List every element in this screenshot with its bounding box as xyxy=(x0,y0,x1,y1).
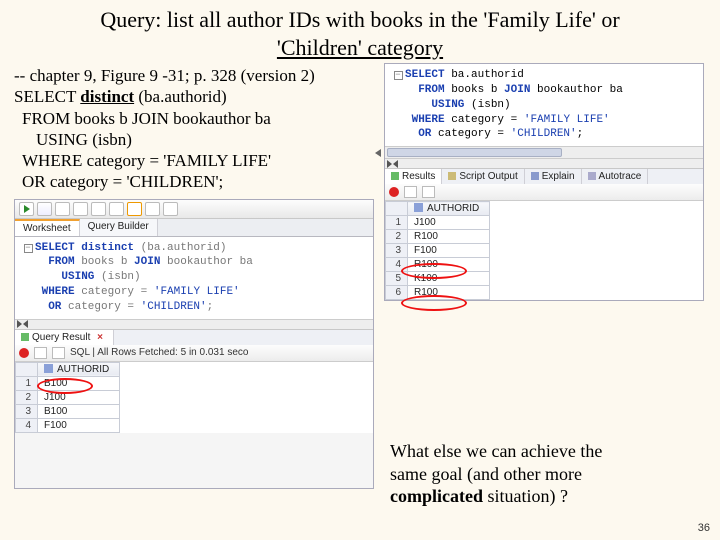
sql-line: OR category = 'CHILDREN'; xyxy=(14,171,374,192)
result-toolbar: SQL | All Rows Fetched: 5 in 0.031 seco xyxy=(15,345,373,362)
tab-autotrace[interactable]: Autotrace xyxy=(582,169,649,184)
tab-query-builder[interactable]: Query Builder xyxy=(80,219,158,236)
toolbar-button[interactable] xyxy=(73,202,88,216)
sql-developer-left-panel: Worksheet Query Builder −SELECT distinct… xyxy=(14,199,374,489)
toolbar-button[interactable] xyxy=(145,202,160,216)
sql-line: USING (isbn) xyxy=(14,129,374,150)
result-grid[interactable]: AUTHORID 1B100 2J100 3B100 4F100 xyxy=(15,362,373,433)
grid-icon xyxy=(21,333,29,341)
worksheet-toolbar xyxy=(15,200,373,219)
column-header[interactable]: AUTHORID xyxy=(38,362,120,376)
sql-line: -- chapter 9, Figure 9 -31; p. 328 (vers… xyxy=(14,65,374,86)
toolbar-button[interactable] xyxy=(91,202,106,216)
autotrace-icon xyxy=(588,172,596,180)
tab-worksheet[interactable]: Worksheet xyxy=(15,219,80,236)
pin-icon[interactable] xyxy=(19,348,29,358)
output-tabs: Results Script Output Explain Autotrace xyxy=(385,168,703,184)
table-row[interactable]: 3B100 xyxy=(16,404,120,418)
table-row[interactable]: 4R100 xyxy=(386,258,490,272)
table-row[interactable]: 2J100 xyxy=(16,390,120,404)
row-header xyxy=(16,362,38,376)
row-header xyxy=(386,202,408,216)
sql-line: WHERE category = 'FAMILY LIFE' xyxy=(14,150,374,171)
splitter-handle[interactable] xyxy=(385,158,703,168)
worksheet-tabs: Worksheet Query Builder xyxy=(15,219,373,237)
table-row[interactable]: 3F100 xyxy=(386,244,490,258)
toolbar-button[interactable] xyxy=(109,202,124,216)
explain-icon xyxy=(531,172,539,180)
pin-icon[interactable] xyxy=(389,187,399,197)
splitter-handle[interactable] xyxy=(15,319,373,329)
result-toolbar xyxy=(385,184,703,201)
tab-results[interactable]: Results xyxy=(385,169,442,184)
column-icon xyxy=(44,364,53,373)
table-row[interactable]: 1B100 xyxy=(16,376,120,390)
result-tabs: Query Result × xyxy=(15,329,373,345)
fold-icon[interactable]: − xyxy=(394,71,403,80)
title-line-1: Query: list all author IDs with books in… xyxy=(100,7,619,32)
sql-editor[interactable]: −SELECT ba.authorid FROM books b JOIN bo… xyxy=(385,64,703,146)
table-row[interactable]: 1J100 xyxy=(386,216,490,230)
result-grid[interactable]: AUTHORID 1J100 2R100 3F100 4R100 5K100 6… xyxy=(385,201,703,300)
fold-icon[interactable]: − xyxy=(24,244,33,253)
script-icon xyxy=(448,172,456,180)
close-icon[interactable]: × xyxy=(90,332,107,343)
table-row[interactable]: 6R100 xyxy=(386,286,490,300)
table-row[interactable]: 4F100 xyxy=(16,418,120,432)
sql-line: SELECT distinct (ba.authorid) xyxy=(14,86,374,107)
tab-explain[interactable]: Explain xyxy=(525,169,582,184)
table-row[interactable]: 5K100 xyxy=(386,272,490,286)
toolbar-button[interactable] xyxy=(127,202,142,216)
status-text: SQL | All Rows Fetched: 5 in 0.031 seco xyxy=(70,347,248,358)
run-script-button[interactable] xyxy=(37,202,52,216)
table-row[interactable]: 2R100 xyxy=(386,230,490,244)
toolbar-button[interactable] xyxy=(422,186,435,198)
sql-line: FROM books b JOIN bookauthor ba xyxy=(14,108,374,129)
toolbar-button[interactable] xyxy=(404,186,417,198)
tab-script-output[interactable]: Script Output xyxy=(442,169,524,184)
column-icon xyxy=(414,203,423,212)
toolbar-button[interactable] xyxy=(55,202,70,216)
toolbar-button[interactable] xyxy=(52,347,65,359)
column-header[interactable]: AUTHORID xyxy=(408,202,490,216)
horizontal-scrollbar[interactable] xyxy=(385,146,703,158)
tab-query-result[interactable]: Query Result × xyxy=(15,330,114,345)
sql-query-text: -- chapter 9, Figure 9 -31; p. 328 (vers… xyxy=(14,63,374,199)
question-text: What else we can achieve the same goal (… xyxy=(390,440,700,508)
slide-number: 36 xyxy=(698,522,710,534)
slide-title: Query: list all author IDs with books in… xyxy=(0,0,720,63)
scrollbar-thumb[interactable] xyxy=(387,148,562,157)
title-line-2: 'Children' category xyxy=(277,35,443,60)
toolbar-button[interactable] xyxy=(34,347,47,359)
sql-editor[interactable]: −SELECT distinct (ba.authorid) FROM book… xyxy=(15,237,373,319)
toolbar-button[interactable] xyxy=(163,202,178,216)
grid-icon xyxy=(391,172,399,180)
sql-developer-right-panel: −SELECT ba.authorid FROM books b JOIN bo… xyxy=(384,63,704,301)
run-button[interactable] xyxy=(19,202,34,216)
